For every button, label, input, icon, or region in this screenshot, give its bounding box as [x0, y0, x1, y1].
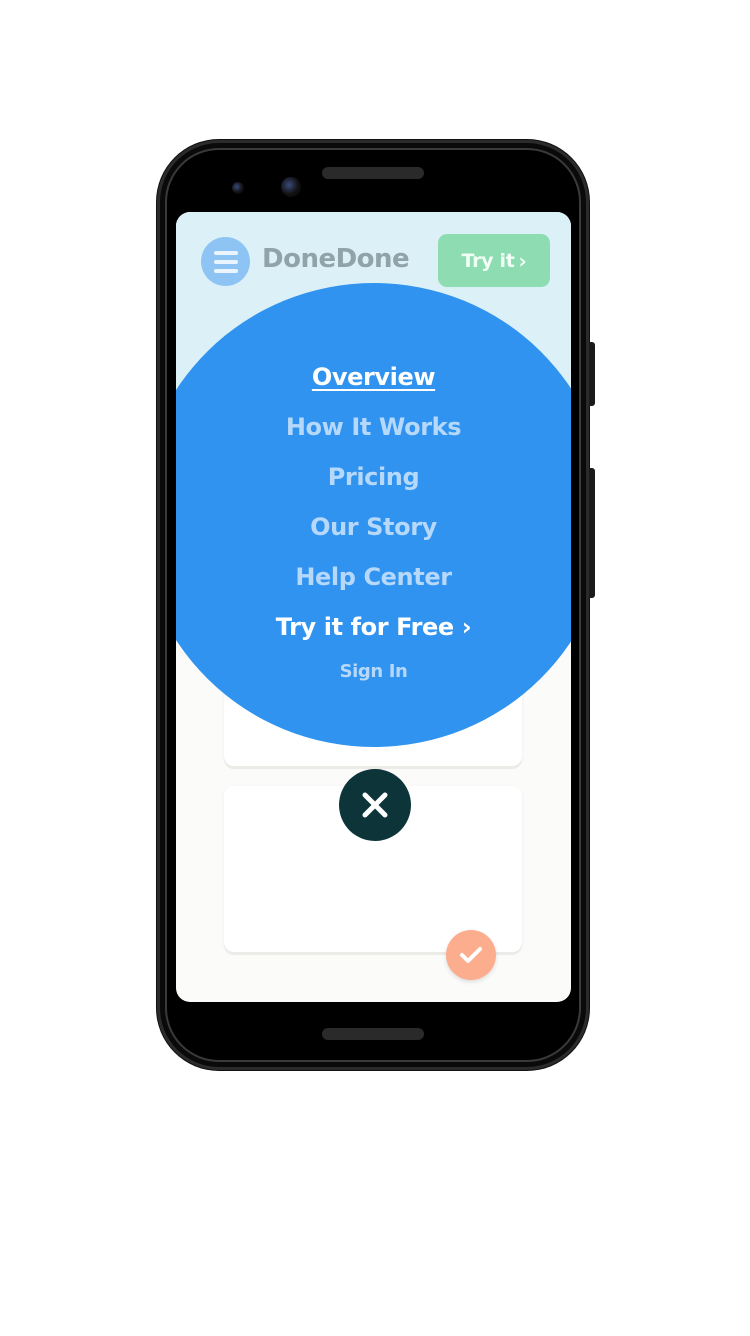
- chevron-right-icon: ›: [461, 613, 472, 641]
- nav-item-sign-in[interactable]: Sign In: [340, 652, 408, 692]
- brand-logo[interactable]: DoneDone: [262, 244, 410, 274]
- chevron-right-icon: ›: [518, 248, 527, 273]
- bottom-speaker: [322, 1028, 424, 1040]
- hamburger-icon-bar: [213, 259, 238, 264]
- nav-item-how-it-works[interactable]: How It Works: [286, 402, 462, 452]
- app-screen: DoneDone Try it › Overview How It Works …: [176, 212, 571, 1002]
- top-speaker: [322, 167, 424, 179]
- front-camera: [281, 177, 301, 197]
- try-it-label: Try it: [461, 249, 515, 272]
- nav-item-try-free[interactable]: Try it for Free ›: [275, 602, 472, 652]
- try-free-label: Try it for Free: [275, 613, 454, 641]
- power-button: [589, 342, 595, 406]
- close-menu-button[interactable]: [339, 769, 411, 841]
- menu-button[interactable]: [201, 237, 250, 286]
- checkmark-icon: [460, 947, 482, 963]
- phone-frame: DoneDone Try it › Overview How It Works …: [157, 140, 595, 1070]
- nav-item-help-center[interactable]: Help Center: [295, 552, 452, 602]
- close-icon: [362, 792, 388, 818]
- hamburger-icon-bar: [213, 268, 238, 273]
- nav-item-our-story[interactable]: Our Story: [310, 502, 437, 552]
- volume-button: [589, 468, 595, 598]
- hamburger-icon: [213, 250, 238, 255]
- nav-item-overview[interactable]: Overview: [312, 352, 436, 402]
- try-it-button[interactable]: Try it ›: [438, 234, 550, 287]
- nav-menu: Overview How It Works Pricing Our Story …: [176, 352, 571, 692]
- front-sensor: [232, 182, 244, 194]
- nav-item-pricing[interactable]: Pricing: [328, 452, 420, 502]
- complete-button[interactable]: [446, 930, 496, 980]
